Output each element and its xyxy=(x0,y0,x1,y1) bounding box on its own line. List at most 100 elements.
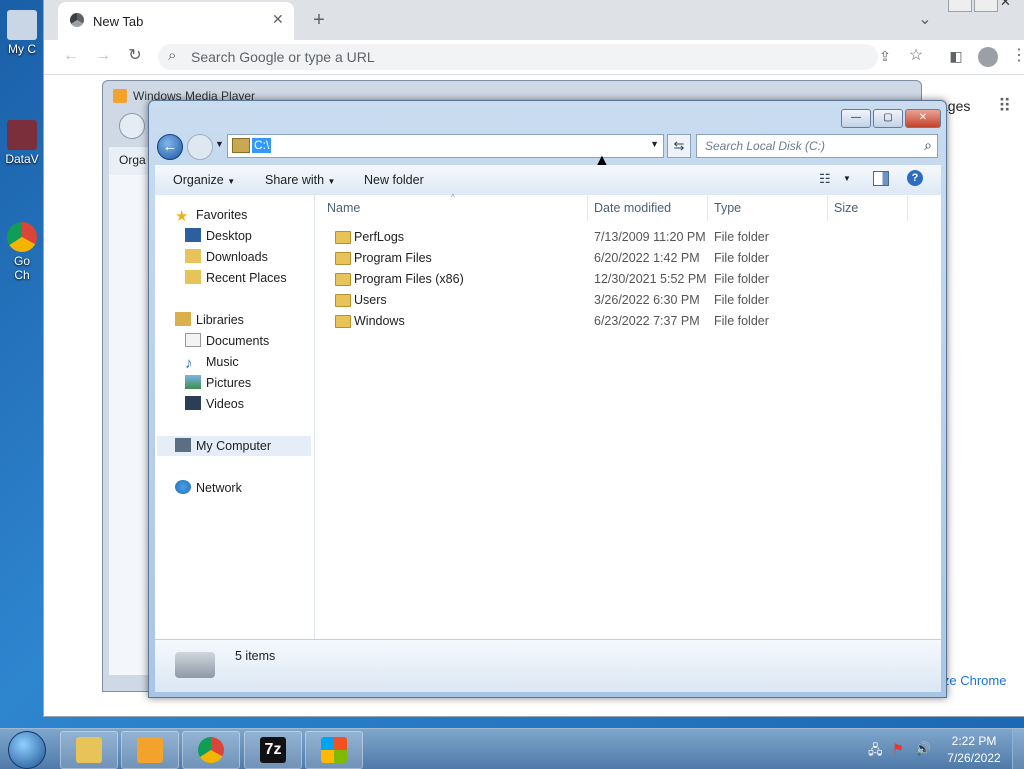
close-tab-icon[interactable]: ✕ xyxy=(272,11,284,28)
folder-icon xyxy=(335,294,351,307)
table-row[interactable]: Program Files (x86) 12/30/2021 5:52 PM F… xyxy=(315,269,941,290)
address-dropdown-icon[interactable]: ▼ xyxy=(650,139,659,149)
taskbar: 7z 🖧 ⚑ 🔊 2:22 PM 7/26/2022 xyxy=(0,728,1024,769)
music-icon: ♪ xyxy=(185,355,193,372)
column-header-size[interactable]: Size xyxy=(828,195,908,221)
show-desktop-button[interactable] xyxy=(1012,729,1024,769)
maximize-button[interactable]: ▢ xyxy=(873,109,903,128)
row-date: 6/20/2022 1:42 PM xyxy=(594,251,700,265)
desktop-icon-google-chrome[interactable]: Go Ch xyxy=(0,222,44,282)
share-with-button[interactable]: Share with ▼ xyxy=(265,173,335,187)
explorer-window: — ▢ ✕ ← ▼ C:\ ▼ ⇆ Search Local Disk (C:)… xyxy=(148,100,947,698)
nav-desktop[interactable]: Desktop xyxy=(185,226,252,246)
search-input[interactable]: Search Local Disk (C:) xyxy=(705,139,825,153)
new-tab-button[interactable]: + xyxy=(308,10,330,30)
table-row[interactable]: Program Files 6/20/2022 1:42 PM File fol… xyxy=(315,248,941,269)
profile-avatar[interactable] xyxy=(978,47,998,67)
side-panel-icon[interactable]: ◧ xyxy=(945,46,967,66)
nav-libraries[interactable]: Libraries xyxy=(175,310,244,330)
column-label: Name xyxy=(327,201,361,215)
table-row[interactable]: Windows 6/23/2022 7:37 PM File folder xyxy=(315,311,941,332)
clock-date[interactable]: 7/26/2022 xyxy=(945,751,1003,765)
close-window-icon[interactable]: ✕ xyxy=(1000,0,1011,10)
new-folder-button[interactable]: New folder xyxy=(364,173,424,187)
nav-videos[interactable]: Videos xyxy=(185,394,244,414)
preview-pane-icon[interactable] xyxy=(873,171,889,186)
menu-kebab-icon[interactable]: ⋮ xyxy=(1008,46,1024,66)
media-player-icon xyxy=(137,737,163,763)
nav-label: Downloads xyxy=(206,250,268,264)
clock-time[interactable]: 2:22 PM xyxy=(950,734,998,748)
share-icon[interactable]: ⇪ xyxy=(874,46,896,66)
refresh-icon[interactable]: ⇆ xyxy=(667,134,691,158)
back-arrow-icon[interactable]: ← xyxy=(60,46,82,66)
chrome-icon xyxy=(7,222,37,252)
recent-pages-chevron-icon[interactable]: ▼ xyxy=(215,139,224,149)
windows-flag-icon xyxy=(321,737,347,763)
nav-favorites[interactable]: ★ Favorites xyxy=(175,205,247,225)
search-box[interactable]: Search Local Disk (C:) ⌕ xyxy=(696,134,938,158)
table-row[interactable]: Users 3/26/2022 6:30 PM File folder xyxy=(315,290,941,311)
apps-grid-icon[interactable]: ⠿ xyxy=(998,96,1011,117)
forward-button[interactable] xyxy=(187,134,213,160)
desktop-icon-label: Go xyxy=(13,254,30,268)
wmp-nav-pane xyxy=(109,175,149,675)
wmp-organize-button[interactable]: Orga xyxy=(119,153,146,167)
pictures-icon xyxy=(185,375,201,389)
nav-label: Music xyxy=(206,355,239,369)
maximize-button[interactable] xyxy=(974,0,998,12)
minimize-button[interactable]: — xyxy=(841,109,871,128)
view-chevron-icon[interactable]: ▼ xyxy=(843,174,851,183)
volume-icon[interactable]: 🔊 xyxy=(915,741,931,757)
desktop-icon-label: My C xyxy=(8,42,36,56)
explorer-icon xyxy=(76,737,102,763)
change-view-icon[interactable]: ☷ xyxy=(819,171,831,187)
column-header-type[interactable]: Type xyxy=(708,195,828,221)
minimize-button[interactable] xyxy=(948,0,972,12)
network-tray-icon[interactable]: 🖧 xyxy=(868,741,883,763)
reload-icon[interactable]: ↻ xyxy=(124,46,146,66)
nav-my-computer[interactable]: My Computer xyxy=(175,436,271,456)
taskbar-chrome[interactable] xyxy=(182,731,240,769)
sort-ascending-icon: ^ xyxy=(451,193,455,202)
chevron-down-icon[interactable]: ⌄ xyxy=(914,10,936,30)
tab-title: New Tab xyxy=(93,14,144,29)
column-label: Type xyxy=(714,201,742,215)
customize-chrome-link[interactable]: ize Chrome xyxy=(940,673,1006,688)
nav-pictures[interactable]: Pictures xyxy=(185,373,251,393)
organize-button[interactable]: Organize ▼ xyxy=(173,173,235,187)
computer-icon xyxy=(175,438,191,452)
action-center-icon[interactable]: ⚑ xyxy=(892,741,904,757)
drive-large-icon xyxy=(175,652,215,678)
nav-network[interactable]: Network xyxy=(175,478,242,498)
wmp-back-icon[interactable] xyxy=(119,113,145,139)
desktop-icon-my-computer[interactable]: My C xyxy=(0,10,44,56)
taskbar-media-player[interactable] xyxy=(121,731,179,769)
close-button[interactable]: ✕ xyxy=(905,109,941,128)
nav-downloads[interactable]: Downloads xyxy=(185,247,268,267)
drive-icon xyxy=(232,138,250,153)
libraries-icon xyxy=(175,312,191,326)
taskbar-windows-flag[interactable] xyxy=(305,731,363,769)
help-icon[interactable]: ? xyxy=(907,170,923,186)
back-button[interactable]: ← xyxy=(157,134,183,160)
row-name: PerfLogs xyxy=(354,230,405,244)
bookmark-star-icon[interactable]: ☆ xyxy=(905,46,927,66)
nav-recent-places[interactable]: Recent Places xyxy=(185,268,287,288)
desktop-icon xyxy=(185,228,201,242)
nav-music[interactable]: ♪ Music xyxy=(185,352,239,372)
column-header-date-modified[interactable]: Date modified xyxy=(588,195,708,221)
table-row[interactable]: PerfLogs 7/13/2009 11:20 PM File folder xyxy=(315,227,941,248)
folder-icon xyxy=(335,231,351,244)
forward-arrow-icon[interactable]: → xyxy=(92,46,114,66)
tab-new-tab[interactable]: New Tab ✕ xyxy=(58,2,294,40)
address-input[interactable]: C:\ xyxy=(252,138,272,153)
start-button[interactable] xyxy=(8,731,46,769)
desktop-icon-datav[interactable]: DataV xyxy=(0,120,44,166)
chrome-caption-buttons: ✕ xyxy=(948,0,1024,12)
taskbar-explorer[interactable] xyxy=(60,731,118,769)
row-name: Windows xyxy=(354,314,405,328)
omnibox[interactable]: ⌕ Search Google or type a URL xyxy=(158,44,878,70)
nav-documents[interactable]: Documents xyxy=(185,331,269,351)
taskbar-7zip[interactable]: 7z xyxy=(244,731,302,769)
